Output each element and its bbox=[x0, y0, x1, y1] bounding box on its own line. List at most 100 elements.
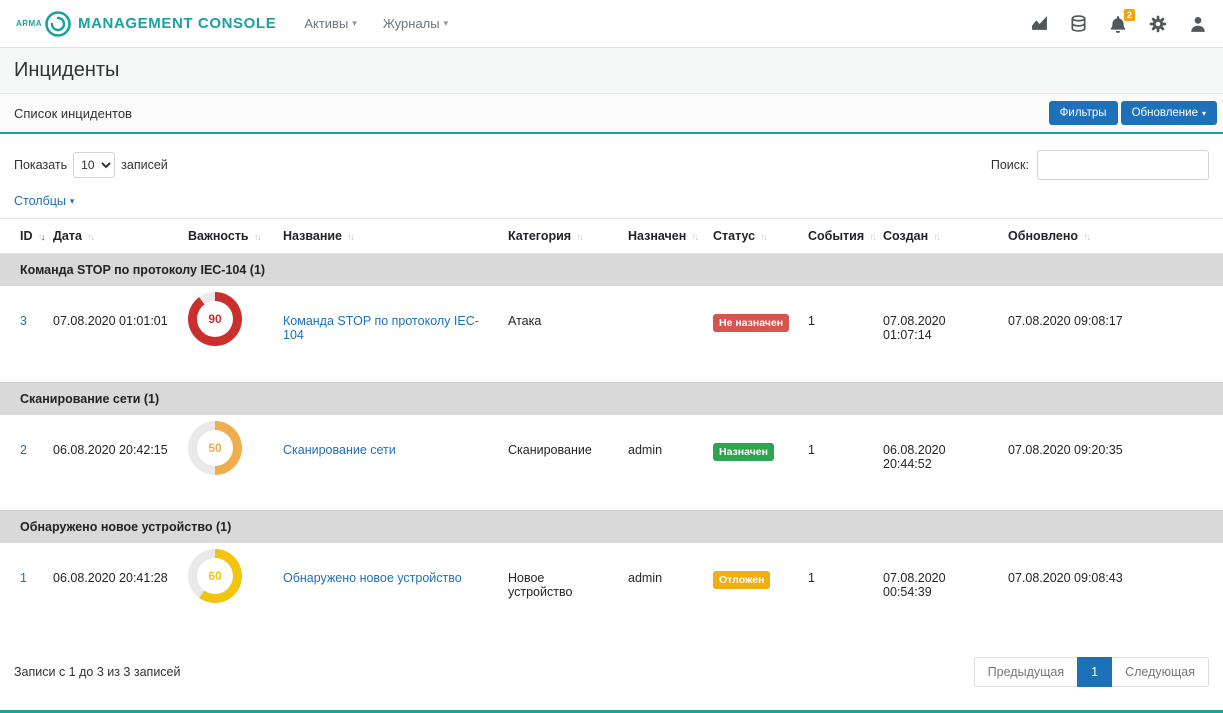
status-badge: Отложен bbox=[713, 571, 770, 589]
search-input[interactable] bbox=[1037, 150, 1209, 180]
incident-events-cell: 1 bbox=[800, 415, 875, 511]
incident-group-row: Сканирование сети (1) bbox=[0, 382, 1223, 415]
card-buttons: Фильтры Обновление ▾ bbox=[1049, 101, 1217, 125]
severity-value: 50 bbox=[197, 430, 233, 466]
incident-updated-cell: 07.08.2020 09:08:17 bbox=[1000, 286, 1223, 382]
user-icon[interactable] bbox=[1189, 15, 1207, 33]
severity-donut: 60 bbox=[188, 549, 242, 603]
pagination-page-1-button[interactable]: 1 bbox=[1077, 657, 1112, 687]
column-header-id[interactable]: ID ↑↓ bbox=[0, 219, 45, 254]
pagination-prev-button[interactable]: Предыдущая bbox=[974, 657, 1078, 687]
severity-donut: 50 bbox=[188, 421, 242, 475]
refresh-button[interactable]: Обновление ▾ bbox=[1121, 101, 1217, 125]
incidents-table: ID↑↓Дата↑↓Важность↑↓Название↑↓Категория↑… bbox=[0, 218, 1223, 639]
table-controls: Показать 10 записей Поиск: bbox=[0, 134, 1223, 180]
incident-category-cell: Новое устройство bbox=[500, 543, 620, 639]
column-header-label: События bbox=[808, 229, 864, 243]
caret-down-icon: ▾ bbox=[70, 196, 75, 207]
column-header-category[interactable]: Категория ↑↓ bbox=[500, 219, 620, 254]
incident-group-title: Обнаружено новое устройство (1) bbox=[0, 511, 1223, 544]
refresh-button-label: Обновление bbox=[1132, 107, 1198, 119]
column-header-label: Важность bbox=[188, 229, 249, 243]
incident-events-cell: 1 bbox=[800, 543, 875, 639]
incident-status-cell: Отложен bbox=[705, 543, 800, 639]
column-header-name[interactable]: Название ↑↓ bbox=[275, 219, 500, 254]
table-body: Команда STOP по протоколу IEC-104 (1) 3 07… bbox=[0, 254, 1223, 640]
card-header: Список инцидентов Фильтры Обновление ▾ bbox=[0, 94, 1223, 134]
column-header-updated[interactable]: Обновлено ↑↓ bbox=[1000, 219, 1223, 254]
incident-category-cell: Сканирование bbox=[500, 415, 620, 511]
column-header-label: Создан bbox=[883, 229, 928, 243]
incident-name-link[interactable]: Команда STOP по протоколу IEC-104 bbox=[283, 314, 479, 342]
incident-assignee-cell bbox=[620, 286, 705, 382]
brand-logo[interactable]: ARMA MANAGEMENT CONSOLE bbox=[16, 10, 276, 38]
sort-icon: ↑↓ bbox=[933, 232, 939, 243]
filters-button-label: Фильтры bbox=[1060, 107, 1107, 119]
column-header-severity[interactable]: Важность ↑↓ bbox=[180, 219, 275, 254]
incident-name-cell: Команда STOP по протоколу IEC-104 bbox=[275, 286, 500, 382]
incident-date-cell: 06.08.2020 20:41:28 bbox=[45, 543, 180, 639]
severity-cell: 50 bbox=[180, 415, 275, 511]
incident-name-link[interactable]: Обнаружено новое устройство bbox=[283, 571, 462, 585]
incident-row: 1 06.08.2020 20:41:28 60 Обнаружено новое у… bbox=[0, 543, 1223, 639]
sort-icon: ↑↓ bbox=[576, 232, 582, 243]
column-header-assignee[interactable]: Назначен↑↓ bbox=[620, 219, 705, 254]
incident-created-cell: 07.08.2020 01:07:14 bbox=[875, 286, 1000, 382]
filters-button[interactable]: Фильтры bbox=[1049, 101, 1118, 125]
menu-assets[interactable]: Активы ▾ bbox=[304, 16, 357, 31]
charts-icon[interactable] bbox=[1031, 15, 1048, 32]
incident-group-row: Обнаружено новое устройство (1) bbox=[0, 511, 1223, 544]
sort-icon: ↑↓ bbox=[1083, 232, 1089, 243]
sort-icon: ↑↓ bbox=[347, 232, 353, 243]
severity-donut: 90 bbox=[188, 292, 242, 346]
incidents-card: Список инцидентов Фильтры Обновление ▾ П… bbox=[0, 94, 1223, 703]
page-length-select[interactable]: 10 bbox=[73, 152, 115, 178]
page-title-bar: Инциденты bbox=[0, 48, 1223, 94]
column-header-events[interactable]: События↑↓ bbox=[800, 219, 875, 254]
navbar-icons: 2 bbox=[1031, 15, 1207, 33]
incident-events-cell: 1 bbox=[800, 286, 875, 382]
incident-group-row: Команда STOP по протоколу IEC-104 (1) bbox=[0, 254, 1223, 287]
card-title: Список инцидентов bbox=[14, 106, 132, 121]
column-header-label: Назначен bbox=[628, 229, 686, 243]
sort-icon: ↑↓ bbox=[254, 232, 260, 243]
incident-id-link[interactable]: 1 bbox=[20, 571, 27, 585]
incident-name-cell: Обнаружено новое устройство bbox=[275, 543, 500, 639]
severity-cell: 60 bbox=[180, 543, 275, 639]
column-header-date[interactable]: Дата↑↓ bbox=[45, 219, 180, 254]
status-badge: Назначен bbox=[713, 443, 774, 461]
columns-button[interactable]: Столбцы ▾ bbox=[0, 180, 88, 212]
column-header-status[interactable]: Статус↑↓ bbox=[705, 219, 800, 254]
severity-cell: 90 bbox=[180, 286, 275, 382]
incident-assignee-cell: admin bbox=[620, 415, 705, 511]
column-header-label: Категория bbox=[508, 229, 571, 243]
menu-logs[interactable]: Журналы ▾ bbox=[383, 16, 448, 31]
incident-date-cell: 06.08.2020 20:42:15 bbox=[45, 415, 180, 511]
database-icon[interactable] bbox=[1070, 15, 1087, 32]
incident-id-link[interactable]: 2 bbox=[20, 443, 27, 457]
column-header-label: ID bbox=[20, 229, 33, 243]
incident-created-cell: 07.08.2020 00:54:39 bbox=[875, 543, 1000, 639]
incident-id-link[interactable]: 3 bbox=[20, 314, 27, 328]
records-info: Записи с 1 до 3 из 3 записей bbox=[14, 665, 180, 679]
incident-name-link[interactable]: Сканирование сети bbox=[283, 443, 396, 457]
incident-created-cell: 06.08.2020 20:44:52 bbox=[875, 415, 1000, 511]
search-label: Поиск: bbox=[991, 158, 1029, 172]
sort-icon: ↑↓ bbox=[38, 232, 44, 243]
brand-title: MANAGEMENT CONSOLE bbox=[78, 15, 276, 32]
search-control: Поиск: bbox=[991, 150, 1209, 180]
severity-value: 60 bbox=[197, 558, 233, 594]
column-header-created[interactable]: Создан ↑↓ bbox=[875, 219, 1000, 254]
show-label-after: записей bbox=[121, 158, 168, 172]
pagination: Предыдущая 1 Следующая bbox=[974, 657, 1209, 687]
incident-updated-cell: 07.08.2020 09:08:43 bbox=[1000, 543, 1223, 639]
page-length-control: Показать 10 записей bbox=[14, 152, 168, 178]
column-header-label: Обновлено bbox=[1008, 229, 1078, 243]
column-header-label: Название bbox=[283, 229, 342, 243]
management-console-app: ARMA MANAGEMENT CONSOLE Активы ▾ Журналы… bbox=[0, 0, 1223, 713]
gear-icon[interactable] bbox=[1149, 15, 1167, 33]
incident-name-cell: Сканирование сети bbox=[275, 415, 500, 511]
column-header-label: Дата bbox=[53, 229, 82, 243]
pagination-next-button[interactable]: Следующая bbox=[1111, 657, 1209, 687]
bell-icon[interactable]: 2 bbox=[1109, 15, 1127, 33]
